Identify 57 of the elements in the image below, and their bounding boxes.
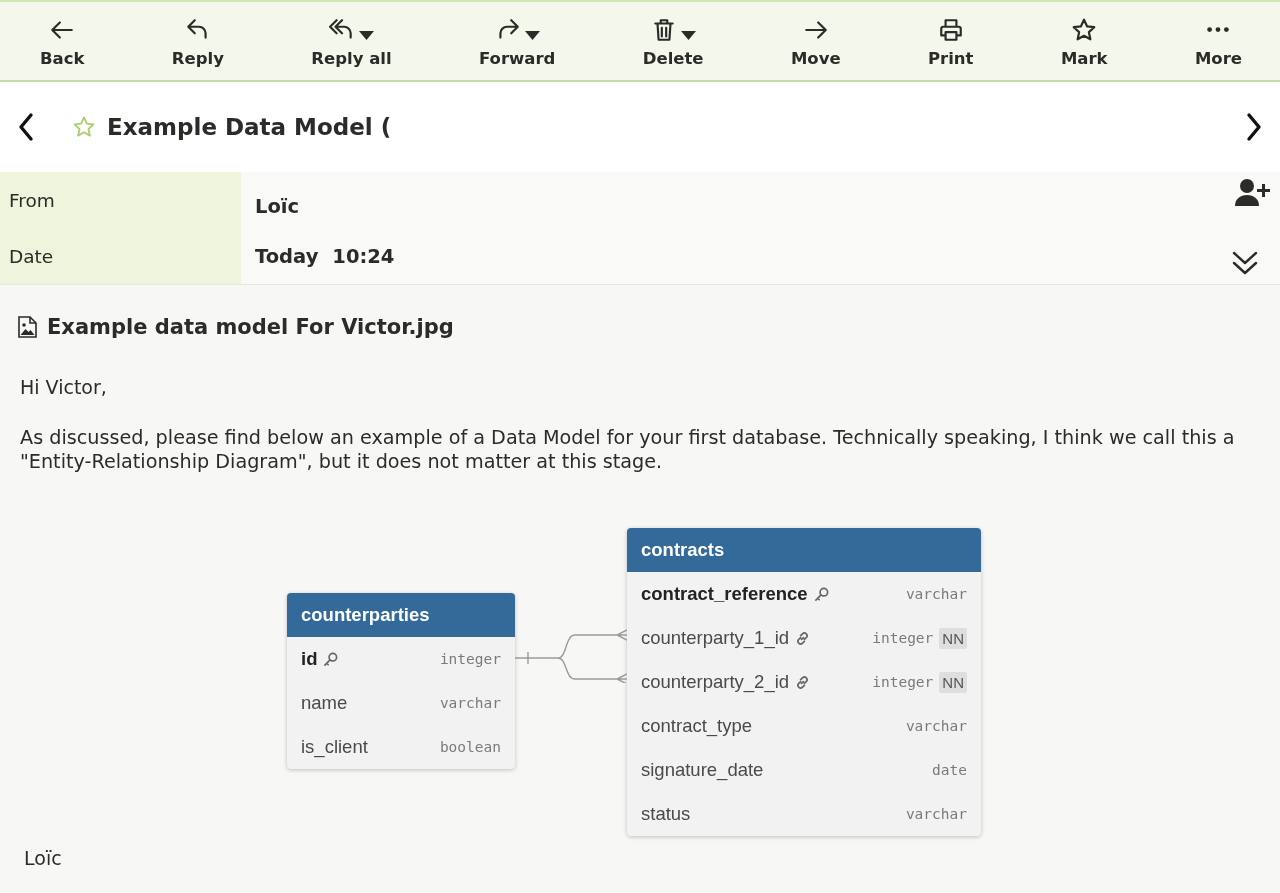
toolbar-button[interactable]: Move <box>782 10 849 72</box>
next-message-button[interactable] <box>1244 112 1264 142</box>
column-name: status <box>641 803 691 825</box>
expand-header-button[interactable] <box>1232 250 1258 276</box>
time-value: 10:24 <box>332 244 395 268</box>
column-name: is_client <box>301 736 368 758</box>
column-type: varchar <box>905 718 967 734</box>
star-outline-icon <box>1071 16 1098 43</box>
double-chevron-down-icon <box>1232 250 1258 276</box>
image-file-icon <box>18 316 37 338</box>
link-icon <box>795 630 811 646</box>
column-type: varchar <box>905 586 967 602</box>
column-type: date <box>932 762 967 778</box>
greeting-text: Hi Victor, <box>20 375 107 399</box>
attachment-filename[interactable]: Example data model For Victor.jpg <box>47 315 454 339</box>
signature-text: Loïc <box>24 846 62 870</box>
not-null-badge: NN <box>939 671 967 693</box>
column-name: name <box>301 692 348 714</box>
key-icon <box>323 651 339 667</box>
table-title: contracts <box>627 528 981 572</box>
message-subject: Example Data Model ( <box>107 114 393 140</box>
key-icon <box>813 586 829 602</box>
column-name: contract_type <box>641 715 753 737</box>
field-label: From <box>8 189 56 211</box>
chevron-right-icon <box>1244 112 1264 142</box>
field-label: Date <box>8 245 55 267</box>
toolbar-button[interactable]: Back <box>32 10 93 72</box>
column-name: id <box>301 648 318 670</box>
toolbar-button[interactable]: Forward <box>471 10 564 72</box>
toolbar-button[interactable]: More <box>1186 10 1250 72</box>
person-plus-icon <box>1234 178 1270 208</box>
column-type: integer <box>439 651 501 667</box>
sender-name: Loïc <box>255 194 300 218</box>
ellipsis-icon <box>1207 27 1230 33</box>
column-name: counterparty_1_id <box>641 627 790 649</box>
toolbar-button[interactable]: Delete <box>634 10 712 72</box>
not-null-badge: NN <box>939 627 967 649</box>
link-icon <box>795 674 811 690</box>
toolbar-button[interactable]: Reply all <box>303 10 400 72</box>
column-name: signature_date <box>641 759 764 781</box>
column-name: contract_reference <box>641 583 808 605</box>
previous-message-button[interactable] <box>16 112 36 142</box>
table-title: counterparties <box>287 593 515 637</box>
star-outline-icon[interactable] <box>72 115 96 139</box>
date-value: Today <box>255 244 319 268</box>
column-type: integer <box>872 674 934 690</box>
column-type: integer <box>872 630 934 646</box>
chevron-left-icon <box>16 112 36 142</box>
toolbar-button[interactable]: Print <box>920 10 982 72</box>
column-type: varchar <box>905 806 967 822</box>
toolbar-button[interactable]: Mark <box>1052 10 1116 72</box>
column-name: counterparty_2_id <box>641 671 790 693</box>
message-paragraph: As discussed, please find below an example of a Data Model for your first database. Technically speaking, I think we call this a "Entity-Relationship Diagram", but it does not matter at this stage. <box>20 426 1236 474</box>
column-type: boolean <box>439 739 501 755</box>
toolbar-button[interactable]: Reply <box>163 10 232 72</box>
printer-icon <box>937 16 964 43</box>
column-type: varchar <box>439 695 501 711</box>
